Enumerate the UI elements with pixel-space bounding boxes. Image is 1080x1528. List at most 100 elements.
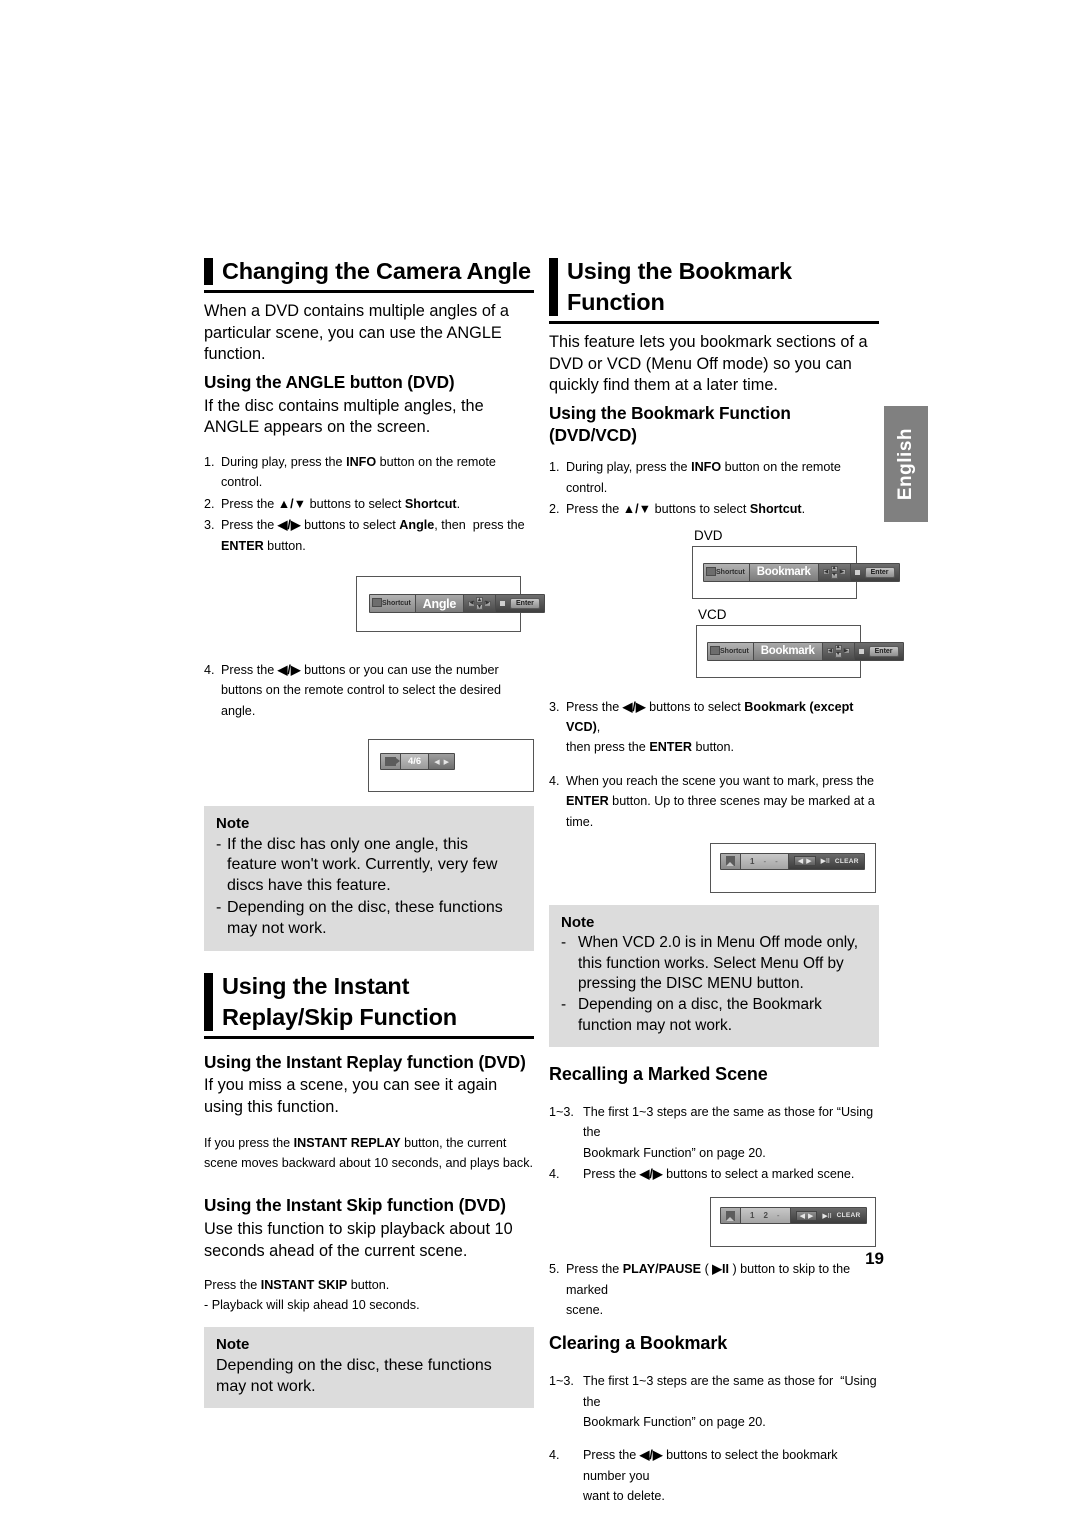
bookmark-slot: 1 <box>750 856 756 866</box>
bookmark-slot: - <box>776 1211 781 1221</box>
section-heading-instant-replay: Using the Instant Replay/Skip Function <box>204 971 534 1039</box>
osd-angle-indicator: 4/6 ◀ ▶ <box>380 753 455 771</box>
bookmark-steps-list: 1. During play, press the INFO button on… <box>549 457 879 519</box>
camera-icon <box>381 754 401 770</box>
manual-page: English Changing the Camera Angle When a… <box>0 0 1080 1528</box>
instant-replay-subheading: Using the Instant Replay function (DVD) <box>204 1051 526 1072</box>
bookmark-slot: - <box>763 856 768 866</box>
step-text: During play, press the INFO button on th… <box>221 455 496 490</box>
right-column: Using the Bookmark Function This feature… <box>549 256 904 1507</box>
arrow-group-icon: ◀ ▶ <box>793 856 816 867</box>
note-dash: - <box>216 835 222 853</box>
step-item: 2. Press the ▲/▼ buttons to select Short… <box>549 499 879 519</box>
clear-label: CLEAR <box>836 1212 861 1220</box>
language-tab: English <box>884 406 928 522</box>
bookmark-slot: 2 <box>763 1211 769 1221</box>
bookmark-slot: - <box>775 856 779 866</box>
angle-button-subheading: Using the ANGLE button (DVD) <box>204 372 455 393</box>
osd-screenshot-box: 1 - - ◀ ▶ ▶II CLEAR <box>710 842 876 893</box>
left-column: Changing the Camera Angle When a DVD con… <box>204 256 545 1409</box>
osd-enter-button: Enter <box>510 598 540 609</box>
osd-screenshot-box: Shortcut Bookmark ◀ ▲ ▼ ▶ Enter <box>692 545 900 599</box>
osd-title-bookmark: Bookmark <box>749 563 819 581</box>
osd-title-angle: Angle <box>415 595 465 612</box>
dpad-icon: ◀ ▲ ▼ ▶ <box>464 595 497 612</box>
section-heading-bookmark: Using the Bookmark Function <box>549 256 879 325</box>
note-box-instant: Note Depending on the disc, these functi… <box>204 1327 534 1409</box>
osd-enter-segment: Enter <box>854 642 903 660</box>
angle-osd-figure: Shortcut Angle ◀ ▲ ▼ ▶ Enter <box>356 576 545 632</box>
step-text: The first 1~3 steps are the same as thos… <box>583 1104 874 1160</box>
dpad-up-icon: ▲ <box>830 565 838 572</box>
arrow-left-icon: ◀ <box>797 858 804 866</box>
step-item: 4. Press the ◀/▶ buttons or you can use … <box>204 660 534 721</box>
step-text: The first 1~3 steps are the same as thos… <box>583 1374 877 1429</box>
step-item: 5. Press the PLAY/PAUSE ( ▶II ) button t… <box>549 1259 879 1320</box>
bookmark-steps-34: 3. Press the ◀/▶ buttons to select Bookm… <box>549 697 879 832</box>
arrow-group-icon: ◀ ▶ <box>795 1210 818 1221</box>
dpad-left-icon: ◀ <box>826 647 834 655</box>
note-dash: - <box>561 934 567 952</box>
step-number: 3. <box>549 699 560 714</box>
bookmark-slot: 1 <box>750 1211 756 1221</box>
bullet-icon <box>854 569 860 575</box>
step-text: Press the ◀/▶ buttons to select a marked… <box>583 1166 855 1181</box>
section-title: Using the Bookmark Function <box>567 258 792 316</box>
step-text: Press the ▲/▼ buttons to select Shortcut… <box>566 502 806 517</box>
note-item: - Depending on the disc, these functions… <box>216 898 522 940</box>
step-text: Press the ◀/▶ buttons to select the book… <box>583 1448 838 1504</box>
note-text: Depending on the disc, these functions m… <box>216 1356 492 1395</box>
step-text: Press the ▲/▼ buttons to select Shortcut… <box>221 496 461 511</box>
dpad-icon: ◀ ▲ ▼ ▶ <box>822 642 855 660</box>
dpad-left-icon: ◀ <box>468 600 476 607</box>
osd-shortcut-bar: Shortcut Bookmark ◀ ▲ ▼ ▶ Enter <box>703 562 900 582</box>
osd-enter-segment: Enter <box>850 563 899 581</box>
osd-shortcut-bar: Shortcut Bookmark ◀ ▲ ▼ ▶ Enter <box>707 641 904 661</box>
figure-label-dvd: DVD <box>694 527 723 543</box>
dpad-right-icon: ▶ <box>484 600 492 607</box>
arrow-left-icon: ◀ <box>799 1212 805 1220</box>
arrow-right-icon: ▶ <box>806 858 812 866</box>
osd-shortcut-label: Shortcut <box>704 563 750 581</box>
angle-indicator-figure: 4/6 ◀ ▶ <box>368 739 534 793</box>
step-number: 4. <box>549 1448 560 1463</box>
step-item: 1. During play, press the INFO button on… <box>204 452 534 493</box>
dpad-icon: ◀ ▲ ▼ ▶ <box>818 563 851 581</box>
step-number: 5. <box>549 1262 560 1277</box>
section-title: Changing the Camera Angle <box>222 258 531 284</box>
step-number: 1~3. <box>549 1104 574 1119</box>
clearing-bookmark-heading: Clearing a Bookmark <box>549 1333 728 1354</box>
page-number: 19 <box>865 1249 884 1268</box>
dpad-left-icon: ◀ <box>822 568 830 576</box>
play-pause-icon: ▶II <box>820 858 830 866</box>
bookmark-dvd-figure: DVD Shortcut Bookmark ◀ ▲ ▼ ▶ Enter <box>692 527 900 599</box>
instant-skip-detail-1: Press the INSTANT SKIP button. <box>204 1277 390 1292</box>
instant-replay-detail: If you press the INSTANT REPLAY button, … <box>204 1135 534 1171</box>
osd-bookmark-indicator: 1 - - ◀ ▶ ▶II CLEAR <box>720 852 865 870</box>
step-item: 3. Press the ◀/▶ buttons to select Angle… <box>204 515 534 556</box>
step-number: 3. <box>204 518 215 533</box>
osd-bookmark-controls: ◀ ▶ ▶II CLEAR <box>788 853 864 869</box>
figure-label-vcd: VCD <box>698 606 727 622</box>
angle-step4-list: 4. Press the ◀/▶ buttons or you can use … <box>204 660 534 721</box>
recalling-step5: 5. Press the PLAY/PAUSE ( ▶II ) button t… <box>549 1259 879 1320</box>
step-number: 1. <box>204 455 215 470</box>
step-item: 2. Press the ▲/▼ buttons to select Short… <box>204 494 534 514</box>
note-box-bookmark: Note - When VCD 2.0 is in Menu Off mode … <box>549 904 879 1048</box>
step-item: 1. During play, press the INFO button on… <box>549 457 879 498</box>
osd-screenshot-box: 4/6 ◀ ▶ <box>368 739 534 793</box>
step-number: 2. <box>204 496 215 511</box>
dpad-right-icon: ▶ <box>842 647 850 655</box>
bullet-icon <box>500 601 506 606</box>
step-text: Press the PLAY/PAUSE ( ▶II ) button to s… <box>566 1262 851 1318</box>
clearing-steps-list: 1~3. The first 1~3 steps are the same as… <box>549 1371 879 1506</box>
note-list: - When VCD 2.0 is in Menu Off mode only,… <box>561 933 867 1036</box>
dpad-down-icon: ▼ <box>834 651 842 658</box>
note-item-text: If the disc has only one angle, this fea… <box>227 835 498 895</box>
play-pause-icon: ▶II <box>822 1212 832 1220</box>
step-item: 4. Press the ◀/▶ buttons to select a mar… <box>549 1164 879 1184</box>
osd-arrow-icons: ◀ ▶ <box>429 754 454 770</box>
note-dash: - <box>216 899 222 917</box>
note-title: Note <box>216 815 250 833</box>
recalling-scene-heading: Recalling a Marked Scene <box>549 1064 768 1085</box>
